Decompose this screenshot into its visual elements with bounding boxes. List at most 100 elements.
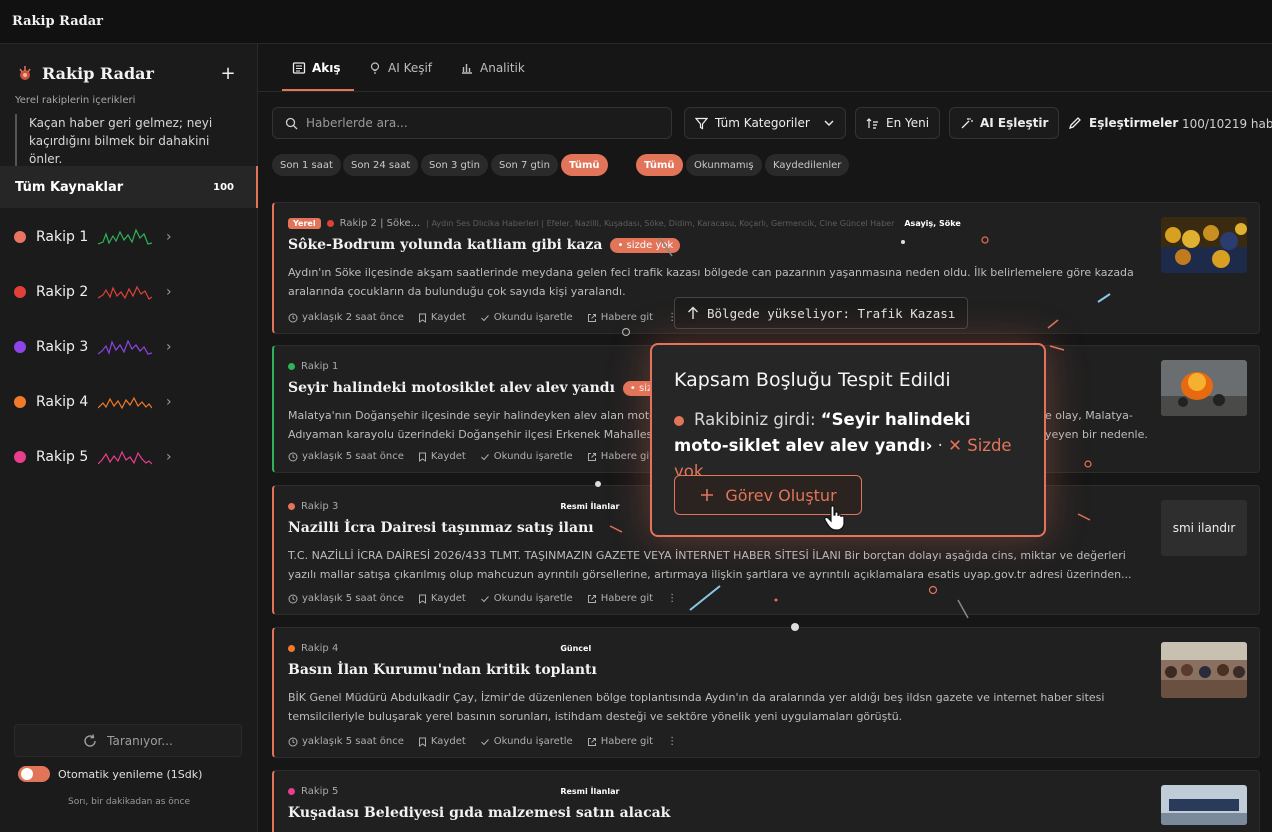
auto-refresh-row: Otomatik yenileme (1Sdk) xyxy=(18,766,202,782)
sidebar-item-rakip-1[interactable]: Rakip 1 › xyxy=(12,217,242,257)
card-title[interactable]: Sôke-Bodrum yolunda katliam gibi kaza • … xyxy=(288,237,681,253)
save-label: Kaydet xyxy=(430,736,466,747)
search-input[interactable] xyxy=(306,116,646,130)
tab-ai-kesif[interactable]: AI Keşif xyxy=(368,58,432,78)
bookmark-icon xyxy=(418,737,426,747)
save-button[interactable]: Kaydet xyxy=(418,451,466,462)
clock-icon xyxy=(288,452,298,461)
ai-match-button[interactable]: AI Eşleştir xyxy=(949,107,1060,139)
card-meta: Rakip 5 Resmi İlanlar xyxy=(288,786,619,797)
missing-badge: • sizde yok xyxy=(610,237,681,253)
desc-text: e olay, Malatya- xyxy=(1045,409,1133,422)
card-source: Rakip 2 | Söke... xyxy=(339,218,421,229)
time-text: yaklaşık 5 saat önce xyxy=(302,593,404,604)
time-text: yaklaşık 5 saat önce xyxy=(302,451,404,462)
local-badge: Yerel xyxy=(288,218,321,229)
source-dot xyxy=(288,788,295,795)
notice-thumbnail: smi ilandır xyxy=(1161,500,1247,556)
mark-read-label: Okundu işaretle xyxy=(493,736,573,747)
rival-color-dot xyxy=(14,451,26,463)
card-title[interactable]: Kuşadası Belediyesi gıda malzemesi satın… xyxy=(288,805,670,821)
sort-icon xyxy=(866,117,878,129)
filter-chip-son-7-gun[interactable]: Son 7 gtin xyxy=(491,154,558,176)
check-icon xyxy=(480,453,489,460)
filter-chip-son-24-saat[interactable]: Son 24 saat xyxy=(343,154,419,176)
filter-chip-time-all[interactable]: Tümü xyxy=(561,154,608,176)
mark-read-button[interactable]: Okundu işaretle xyxy=(480,312,573,323)
source-dot xyxy=(288,645,295,652)
external-link-icon xyxy=(587,313,596,322)
news-thumbnail xyxy=(1161,217,1247,273)
tab-analitik[interactable]: Analitik xyxy=(460,58,525,78)
auto-refresh-toggle[interactable] xyxy=(18,766,50,782)
go-to-news-link[interactable]: Habere git xyxy=(587,451,653,462)
external-link-icon xyxy=(587,737,596,746)
filter-chip-unread[interactable]: Okunmamış xyxy=(686,154,762,176)
coverage-gap-popup: Kapsam Boşluğu Tespit Edildi Rakibiniz g… xyxy=(650,343,1046,537)
card-meta: Yerel Rakip 2 | Söke... | Aydın Ses Dlıc… xyxy=(288,218,961,229)
card-title[interactable]: Basın İlan Kurumu'ndan kritik toplantı xyxy=(288,662,597,678)
scan-button[interactable]: Taranıyor... xyxy=(14,724,242,757)
sidebar-item-all-sources[interactable]: Tüm Kaynaklar 100 xyxy=(0,166,258,208)
sidebar-item-rakip-2[interactable]: Rakip 2 › xyxy=(12,272,242,312)
mark-read-button[interactable]: Okundu işaretle xyxy=(480,451,573,462)
sidebar-item-rakip-5[interactable]: Rakip 5 › xyxy=(12,437,242,477)
sidebar-item-rakip-4[interactable]: Rakip 4 › xyxy=(12,382,242,422)
more-options-icon[interactable]: ⋮ xyxy=(667,593,677,604)
matches-button[interactable]: Eşleştirmeler xyxy=(1058,107,1188,139)
rival-label: Rakip 4 xyxy=(36,394,89,410)
check-icon xyxy=(480,314,489,321)
mark-read-label: Okundu işaretle xyxy=(493,593,573,604)
news-card[interactable]: Rakip 5 Resmi İlanlar Kuşadası Belediyes… xyxy=(272,770,1260,832)
bookmark-icon xyxy=(418,313,426,323)
time-text: yaklaşık 5 saat önce xyxy=(302,736,404,747)
search-icon xyxy=(285,117,298,129)
sidebar-item-rakip-3[interactable]: Rakip 3 › xyxy=(12,327,242,367)
more-options-icon[interactable]: ⋮ xyxy=(667,736,677,747)
filter-chip-saved[interactable]: Kaydedilenler xyxy=(765,154,850,176)
news-thumbnail xyxy=(1161,360,1247,416)
card-source: Rakip 3 xyxy=(301,501,339,512)
filter-chip-read-all[interactable]: Tümü xyxy=(636,154,683,176)
bar-chart-icon xyxy=(462,64,472,74)
desc-line: T.C. NAZİLLİ İCRA DAİRESİ 2026/433 TLMT.… xyxy=(288,549,1126,562)
save-button[interactable]: Kaydet xyxy=(418,593,466,604)
card-time: yaklaşık 5 saat önce xyxy=(288,451,404,462)
card-meta: Rakip 4 Güncel xyxy=(288,643,591,654)
chevron-right-icon: › xyxy=(166,394,172,410)
window-titlebar: Rakip Radar xyxy=(0,0,1272,44)
card-title-text: Sôke-Bodrum yolunda katliam gibi kaza xyxy=(288,237,603,253)
save-button[interactable]: Kaydet xyxy=(418,736,466,747)
matches-label: Eşleştirmeler xyxy=(1089,116,1179,130)
save-button[interactable]: Kaydet xyxy=(418,312,466,323)
mark-read-button[interactable]: Okundu işaretle xyxy=(480,736,573,747)
category-dropdown[interactable]: Tüm Kategoriler xyxy=(684,107,846,139)
go-to-news-link[interactable]: Habere git xyxy=(587,593,653,604)
filter-chip-son-3-gun[interactable]: Son 3 gtin xyxy=(421,154,488,176)
chevron-right-icon: › xyxy=(166,284,172,300)
desc-line: temsilcileriyle buluşarak yerel basının … xyxy=(288,710,903,723)
clock-icon xyxy=(288,594,298,603)
rival-label: Rakip 1 xyxy=(36,229,89,245)
tab-label: Analitik xyxy=(480,61,525,75)
filter-chip-son-1-saat[interactable]: Son 1 saat xyxy=(272,154,341,176)
add-rival-button[interactable]: + xyxy=(218,64,238,84)
bulb-icon xyxy=(370,62,380,74)
mark-read-button[interactable]: Okundu işaretle xyxy=(480,593,573,604)
external-link-icon xyxy=(587,452,596,461)
sort-button[interactable]: En Yeni xyxy=(855,107,941,139)
card-actions: yaklaşık 5 saat önce Kaydet Okundu işare… xyxy=(288,593,677,604)
rival-label: Rakip 5 xyxy=(36,449,89,465)
arrow-up-icon xyxy=(688,306,698,319)
tab-akis[interactable]: Akış xyxy=(292,58,341,78)
card-title[interactable]: Seyir halindeki motosiklet alev alev yan… xyxy=(288,380,693,396)
go-label: Habere git xyxy=(600,451,654,462)
tab-label: AI Keşif xyxy=(388,61,433,75)
card-source: Rakip 1 xyxy=(301,361,339,372)
go-to-news-link[interactable]: Habere git xyxy=(587,736,653,747)
card-description: Aydın'ın Söke ilçesinde akşam saatlerind… xyxy=(288,263,1148,301)
go-to-news-link[interactable]: Habere git xyxy=(587,312,653,323)
sidebar: Rakip Radar + Yerel rakiplerin içerikler… xyxy=(0,44,258,832)
card-title[interactable]: Nazilli İcra Dairesi taşınmaz satış ilan… xyxy=(288,520,594,536)
news-card[interactable]: Rakip 4 Güncel Basın İlan Kurumu'ndan kr… xyxy=(272,627,1260,758)
